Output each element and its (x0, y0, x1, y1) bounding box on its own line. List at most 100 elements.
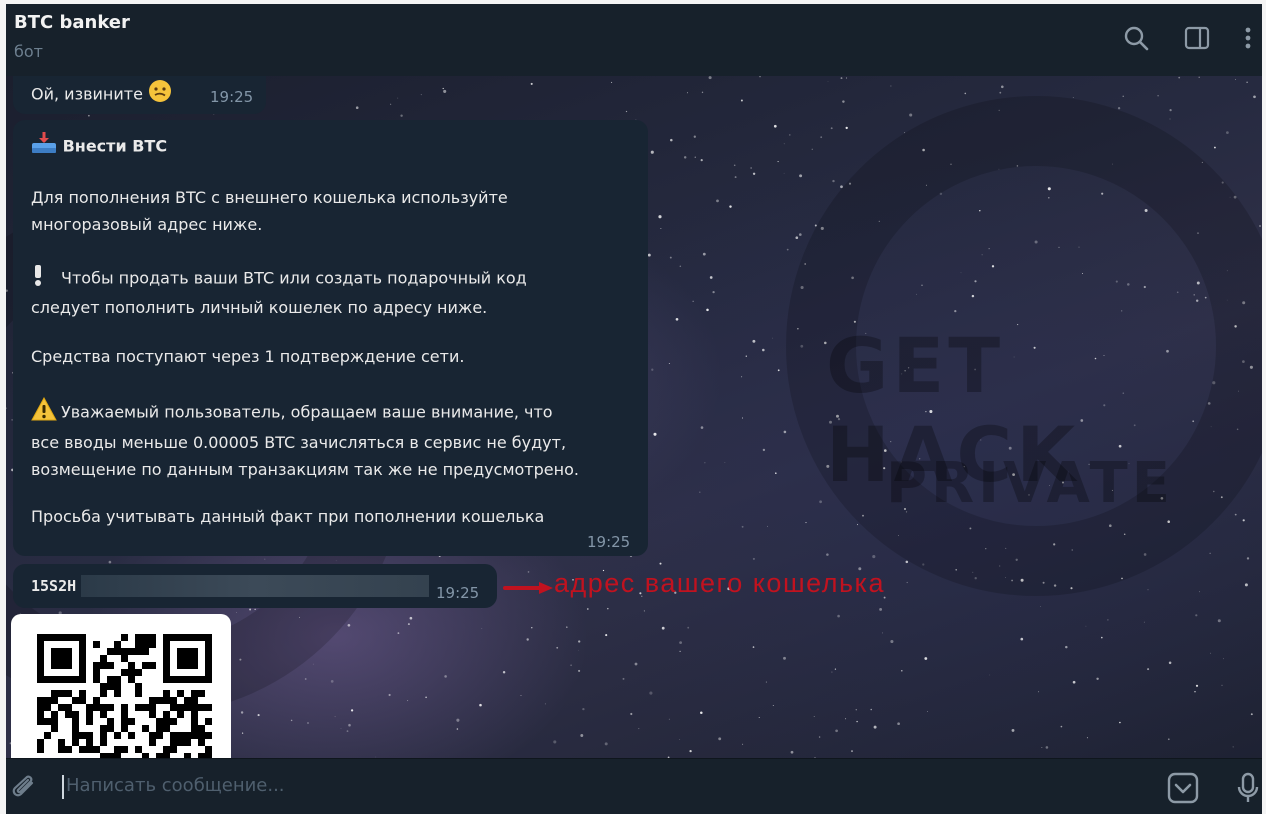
warning-emoji (31, 396, 61, 429)
star (526, 638, 529, 641)
star (340, 727, 342, 729)
star (400, 114, 403, 117)
qr-module (79, 697, 86, 704)
qr-module (51, 718, 58, 725)
star (805, 522, 807, 524)
star (660, 227, 662, 229)
star (530, 82, 533, 85)
text-caret (62, 775, 64, 799)
wallet-address-bubble[interactable]: 15S2H 19:25 (13, 564, 497, 608)
star (88, 114, 90, 117)
chat-area[interactable]: GET HACK PRIVATE GET HACK PRIVATE Ой, из… (6, 76, 1262, 758)
attach-icon[interactable] (8, 771, 42, 805)
qr-module (135, 690, 142, 697)
watermark-text: PRIVATE (886, 451, 1174, 516)
qr-module (58, 704, 65, 711)
star (304, 678, 307, 680)
qr-module (156, 732, 163, 739)
message-input[interactable]: Написать сообщение... (66, 775, 285, 796)
star (651, 368, 654, 371)
qr-module (184, 704, 191, 711)
chat-title[interactable]: BTC banker (14, 12, 130, 33)
qr-module (177, 732, 184, 739)
qr-module (163, 746, 170, 753)
star (777, 369, 780, 372)
star (1221, 684, 1223, 686)
microphone-icon[interactable] (1231, 771, 1262, 805)
star (709, 276, 713, 279)
annotation-arrow-icon (503, 582, 553, 594)
qr-module (121, 746, 128, 753)
qr-module (142, 704, 149, 711)
qr-module (93, 669, 100, 676)
star (622, 677, 625, 680)
star (658, 215, 662, 219)
star (679, 739, 681, 740)
qr-code-image[interactable] (11, 614, 231, 758)
qr-module (58, 746, 65, 753)
star (845, 77, 848, 79)
message-line: следует пополнить личный кошелек по адре… (31, 298, 488, 317)
search-icon[interactable] (1122, 24, 1150, 52)
qr-module (142, 662, 149, 669)
qr-module (114, 683, 121, 690)
wallet-address-text[interactable]: 15S2H (31, 573, 76, 600)
star (759, 76, 761, 78)
qr-module (135, 634, 142, 641)
qr-module (121, 669, 128, 676)
deposit-info-bubble[interactable]: Внести BTC Для пополнения BTC с внешнего… (13, 120, 648, 556)
qr-module (37, 739, 44, 746)
star (634, 662, 638, 666)
star (1147, 668, 1150, 671)
star (481, 628, 483, 629)
qr-module (44, 718, 51, 725)
qr-module (86, 704, 93, 711)
star (811, 148, 813, 150)
star (566, 626, 568, 628)
more-vertical-icon[interactable] (1234, 24, 1262, 52)
star (1178, 76, 1181, 79)
qr-module (65, 690, 72, 697)
star (1020, 637, 1024, 641)
star (397, 97, 399, 99)
star (420, 94, 422, 96)
qr-module (51, 690, 58, 697)
qr-module (142, 641, 149, 648)
chat-header: BTC banker бот (6, 4, 1262, 76)
star (586, 608, 589, 610)
qr-module (72, 697, 79, 704)
message-bubble[interactable]: Ой, извините 19:25 (13, 76, 266, 114)
qr-module (100, 683, 107, 690)
star (857, 524, 858, 526)
qr-module (121, 655, 128, 662)
qr-module (100, 739, 107, 746)
qr-module (100, 725, 107, 732)
star (820, 136, 823, 139)
telegram-window: BTC banker бот GET HACK PRIVATE GET HACK… (6, 4, 1262, 814)
qr-module (107, 718, 114, 725)
qr-module (191, 732, 198, 739)
sidebar-toggle-icon[interactable] (1183, 24, 1211, 52)
star (704, 462, 706, 464)
star (826, 553, 829, 556)
qr-module (198, 690, 205, 697)
star (1198, 591, 1200, 593)
qr-module (107, 704, 114, 711)
bot-commands-icon[interactable] (1166, 771, 1200, 805)
qr-module (142, 634, 149, 641)
star (1001, 85, 1004, 89)
star (607, 607, 609, 610)
qr-module (79, 732, 86, 739)
star (752, 557, 755, 560)
message-time: 19:25 (587, 533, 631, 551)
qr-module (93, 676, 100, 683)
qr-module (149, 662, 156, 669)
star (773, 124, 777, 128)
star (729, 205, 732, 208)
star (845, 718, 847, 720)
qr-module (86, 732, 93, 739)
qr-module (198, 739, 205, 746)
star (799, 174, 803, 178)
star (669, 256, 672, 259)
qr-module (44, 732, 51, 739)
